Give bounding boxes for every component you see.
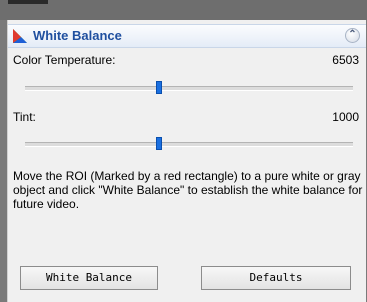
instructions-text: Move the ROI (Marked by a red rectangle)… [13,169,363,211]
tint-value: 1000 [332,110,359,124]
color-temperature-label: Color Temperature: [13,53,116,67]
tint-slider-track[interactable] [25,142,353,147]
panel-title: White Balance [33,28,122,43]
defaults-button[interactable]: Defaults [201,266,351,290]
collapse-chevrons-up-icon[interactable]: ⌃ [345,28,360,43]
white-balance-panel: White Balance ⌃ Color Temperature: 6503 … [7,20,366,302]
white-balance-button[interactable]: White Balance [20,266,158,290]
panel-header[interactable]: White Balance ⌃ [8,24,366,48]
color-temperature-slider-track[interactable] [25,86,353,91]
tint-label: Tint: [13,110,36,124]
color-temperature-value: 6503 [332,53,359,67]
color-temperature-slider-thumb[interactable] [156,81,162,94]
window-top-bar [0,0,367,20]
color-triangle-icon [13,29,27,43]
tint-slider-thumb[interactable] [156,137,162,150]
top-bar-edge [8,0,48,4]
